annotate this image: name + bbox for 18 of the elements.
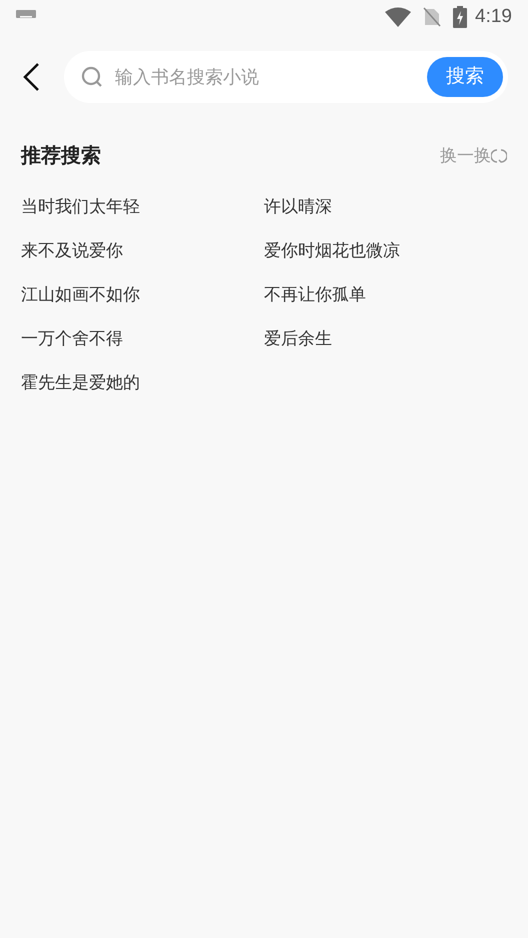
search-icon [81,66,103,88]
refresh-icon [491,148,507,164]
recommended-title[interactable]: 霍先生是爱她的 [21,370,140,396]
section-title: 推荐搜索 [21,144,101,169]
back-button[interactable] [22,61,42,93]
wifi-icon [385,7,412,27]
recommended-title[interactable]: 一万个舍不得 [21,326,123,352]
recommended-title[interactable]: 来不及说爱你 [21,238,123,264]
recommended-title[interactable]: 许以晴深 [264,194,332,220]
recommended-title[interactable]: 爱后余生 [264,326,332,352]
keyboard-icon [16,10,36,20]
status-time: 4:19 [475,4,512,29]
recommended-title[interactable]: 当时我们太年轻 [21,194,140,220]
recommended-title[interactable]: 江山如画不如你 [21,282,140,308]
recommended-title[interactable]: 不再让你孤单 [264,282,366,308]
recommended-title[interactable]: 爱你时烟花也微凉 [264,238,400,264]
no-sim-icon [423,7,442,27]
battery-charging-icon [453,6,468,28]
